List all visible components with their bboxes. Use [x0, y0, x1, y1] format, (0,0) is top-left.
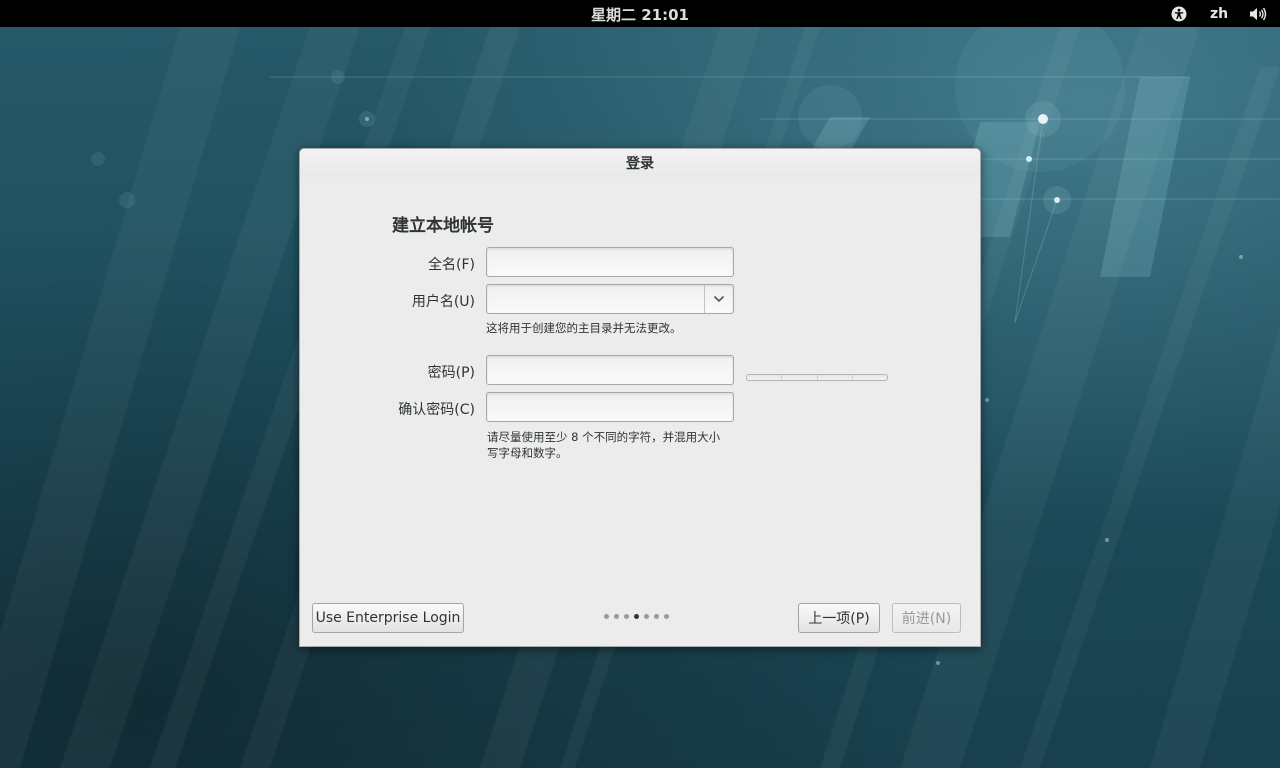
page-heading: 建立本地帐号 [392, 216, 494, 236]
volume-icon[interactable] [1247, 3, 1269, 24]
password-hint: 请尽量使用至少 8 个不同的字符，并混用大小 写字母和数字。 [487, 429, 720, 461]
username-combo [486, 284, 734, 314]
page-dot [644, 614, 649, 619]
page-indicator [604, 614, 669, 622]
top-bar: 星期二 21:01 zh [0, 0, 1280, 27]
page-dot [664, 614, 669, 619]
confirm-password-label: 确认密码(C) [398, 402, 475, 418]
password-hint-line: 写字母和数字。 [487, 446, 568, 460]
language-indicator[interactable]: zh [1206, 3, 1232, 24]
previous-button[interactable]: 上一项(P) [798, 603, 880, 633]
password-input[interactable] [486, 355, 734, 385]
confirm-password-input[interactable] [486, 392, 734, 422]
full-name-input[interactable] [486, 247, 734, 277]
next-button[interactable]: 前进(N) [892, 603, 961, 633]
page-dot [604, 614, 609, 619]
password-hint-line: 请尽量使用至少 8 个不同的字符，并混用大小 [487, 430, 721, 444]
page-dot [654, 614, 659, 619]
page-dot [614, 614, 619, 619]
username-dropdown-button[interactable] [704, 285, 733, 313]
password-strength-bar [746, 374, 888, 381]
dialog-title: 登录 [626, 156, 654, 172]
username-input[interactable] [487, 285, 705, 313]
clock: 星期二 21:01 [0, 4, 1280, 25]
setup-dialog: 登录 建立本地帐号 全名(F) 用户名(U) 这将用于创建您的主目录并无法更改。… [299, 148, 981, 647]
chevron-down-icon [713, 295, 725, 303]
username-hint: 这将用于创建您的主目录并无法更改。 [486, 321, 682, 335]
full-name-label: 全名(F) [428, 257, 475, 273]
clock-label[interactable]: 星期二 21:01 [591, 6, 689, 24]
password-label: 密码(P) [427, 365, 475, 381]
page-dot-active [634, 614, 639, 619]
dialog-titlebar[interactable]: 登录 [300, 149, 980, 177]
page-dot [624, 614, 629, 619]
accessibility-icon[interactable] [1168, 3, 1190, 24]
username-label: 用户名(U) [411, 294, 475, 310]
enterprise-login-button[interactable]: Use Enterprise Login [312, 603, 464, 633]
